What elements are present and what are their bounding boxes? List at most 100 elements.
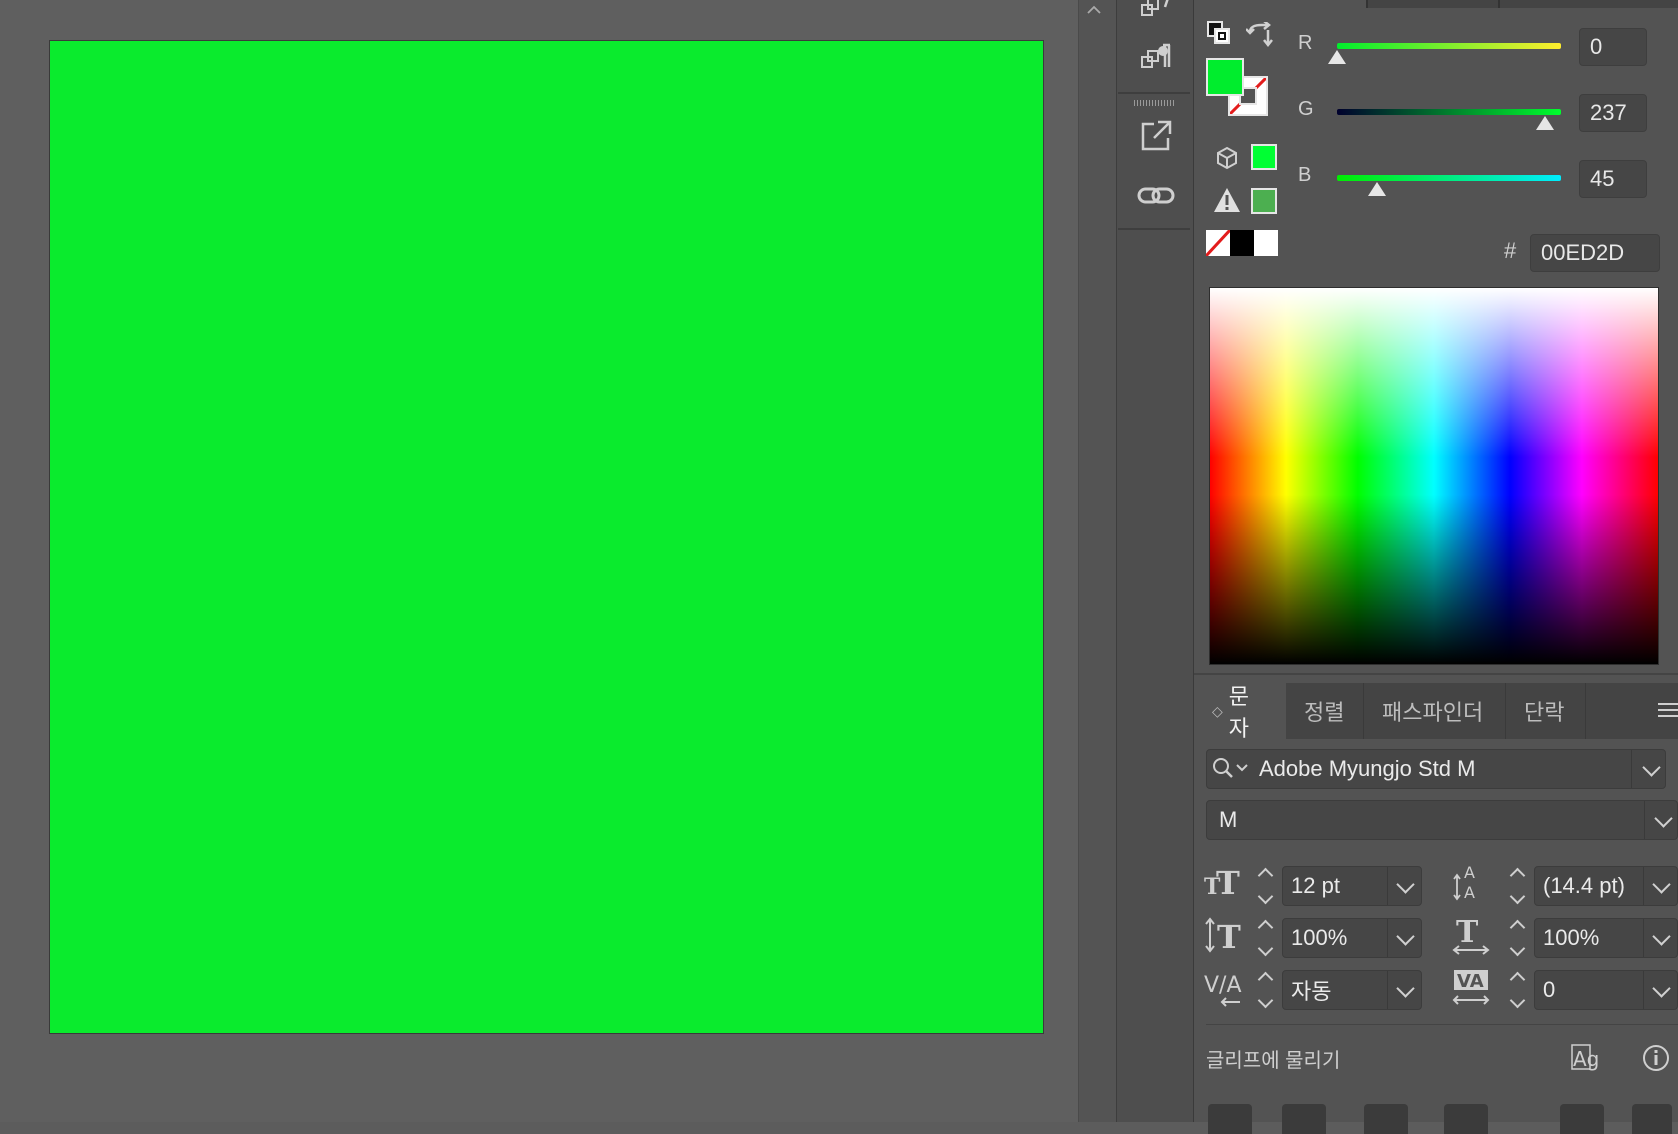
dropdown-divider [1643, 971, 1644, 1009]
tracking-stepper[interactable] [1504, 966, 1530, 1014]
vertical-scale-chevron-icon[interactable] [1396, 927, 1415, 946]
dropdown-divider [1631, 750, 1632, 788]
snap-option-button-4[interactable] [1444, 1104, 1488, 1134]
leading-value: (14.4 pt) [1543, 873, 1625, 898]
fill-swatch[interactable] [1206, 58, 1244, 96]
in-gamut-color-swatch[interactable] [1251, 188, 1277, 214]
leading-chevron-icon[interactable] [1652, 875, 1671, 894]
green-channel-label: G [1298, 98, 1314, 120]
panel-menu-icon[interactable] [1658, 701, 1678, 724]
font-size-icon: TT [1204, 864, 1242, 908]
dropdown-divider [1387, 971, 1388, 1009]
horizontal-scale-value: 100% [1543, 925, 1600, 950]
dropdown-divider [1643, 867, 1644, 905]
panel-top-tabs-bar [1366, 0, 1678, 8]
blue-slider-thumb[interactable] [1367, 182, 1386, 196]
blue-channel-label: B [1298, 164, 1312, 186]
horizontal-scale-field[interactable]: 100% [1534, 918, 1678, 958]
scroll-up-arrow-icon[interactable] [1086, 2, 1102, 18]
kerning-chevron-icon[interactable] [1396, 979, 1415, 998]
tab-paragraph[interactable]: 단락 [1506, 683, 1586, 739]
vertical-scrollbar[interactable] [1078, 0, 1117, 1122]
svg-text:Ag: Ag [1573, 1047, 1599, 1071]
snap-to-glyph-label: 글리프에 물리기 [1206, 1050, 1341, 1072]
snap-option-button-2[interactable] [1282, 1104, 1326, 1134]
dock-grip[interactable] [1134, 100, 1174, 106]
character-styles-icon[interactable] [1136, 0, 1176, 28]
green-slider-track[interactable] [1337, 109, 1561, 115]
font-size-field[interactable]: 12 pt [1282, 866, 1422, 906]
collapsed-panel-dock [1116, 0, 1195, 1122]
svg-text:V/A: V/A [1204, 973, 1242, 998]
panel-divider [1194, 673, 1678, 675]
tab-pathfinder[interactable]: 패스파인더 [1364, 683, 1506, 739]
leading-icon: AA [1452, 862, 1488, 907]
info-icon[interactable] [1642, 1044, 1670, 1077]
kerning-icon: V/A [1204, 968, 1244, 1013]
tab-character[interactable]: ◇ 문자 [1194, 683, 1286, 741]
green-value-field[interactable]: 237 [1579, 94, 1647, 132]
hex-value-field[interactable]: 00ED2D [1530, 234, 1660, 272]
blue-value-field[interactable]: 45 [1579, 160, 1647, 198]
snap-option-button-3[interactable] [1364, 1104, 1408, 1134]
svg-text:VA: VA [1457, 971, 1484, 992]
glyph-snap-icon[interactable]: Ag [1570, 1042, 1608, 1077]
web-safe-cube-icon[interactable] [1215, 146, 1239, 175]
color-spectrum-picker[interactable] [1209, 287, 1659, 665]
leading-stepper[interactable] [1504, 862, 1530, 910]
tracking-chevron-icon[interactable] [1652, 979, 1671, 998]
black-color-swatch[interactable] [1230, 230, 1254, 256]
snap-option-button-6[interactable] [1632, 1104, 1672, 1134]
tab-paragraph-label: 단락 [1524, 700, 1565, 725]
snap-option-button-1[interactable] [1208, 1104, 1252, 1134]
font-style-dropdown[interactable]: M [1206, 800, 1678, 840]
svg-text:A: A [1464, 863, 1475, 882]
web-safe-color-swatch[interactable] [1251, 144, 1277, 170]
tab-align[interactable]: 정렬 [1286, 683, 1364, 739]
blue-slider-track[interactable] [1337, 175, 1561, 181]
character-panel-tabbar: ◇ 문자 정렬 패스파인더 단락 [1194, 683, 1678, 741]
leading-field[interactable]: (14.4 pt) [1534, 866, 1678, 906]
tab-collapse-icon[interactable]: ◇ [1212, 703, 1223, 720]
kerning-stepper[interactable] [1252, 966, 1278, 1014]
horizontal-scale-icon: T [1452, 915, 1490, 961]
default-fill-stroke-icon[interactable] [1206, 20, 1232, 51]
tracking-value: 0 [1543, 977, 1556, 1002]
svg-text:A: A [1464, 883, 1475, 902]
red-slider-track[interactable] [1337, 43, 1561, 49]
green-slider-thumb[interactable] [1536, 116, 1555, 130]
red-value-field[interactable]: 0 [1579, 28, 1647, 66]
white-color-swatch[interactable] [1254, 230, 1278, 256]
vertical-scale-icon: T [1204, 916, 1244, 959]
dock-separator-2 [1118, 228, 1190, 230]
dock-separator [1118, 92, 1190, 94]
tracking-icon: VA [1452, 968, 1492, 1013]
font-style-chevron-icon[interactable] [1654, 809, 1673, 828]
font-family-dropdown[interactable]: Adobe Myungjo Std M [1206, 749, 1666, 789]
font-size-chevron-icon[interactable] [1396, 875, 1415, 894]
tracking-field[interactable]: 0 [1534, 970, 1678, 1010]
dropdown-divider [1387, 919, 1388, 957]
vertical-scale-field[interactable]: 100% [1282, 918, 1422, 958]
artboard-green-rectangle[interactable] [50, 41, 1043, 1033]
swap-fill-stroke-icon[interactable] [1245, 20, 1274, 53]
none-color-swatch[interactable] [1204, 228, 1232, 258]
horizontal-scale-stepper[interactable] [1504, 914, 1530, 962]
vertical-scale-value: 100% [1291, 925, 1348, 950]
kerning-value: 자동 [1291, 979, 1332, 1004]
font-search-icon[interactable] [1211, 756, 1251, 782]
paragraph-styles-icon[interactable] [1136, 38, 1176, 78]
tab-align-label: 정렬 [1304, 700, 1345, 725]
font-family-value: Adobe Myungjo Std M [1259, 756, 1476, 781]
font-family-chevron-icon[interactable] [1642, 758, 1661, 777]
export-icon[interactable] [1136, 116, 1176, 156]
red-slider-thumb[interactable] [1328, 50, 1346, 64]
hex-symbol-label: # [1504, 238, 1517, 263]
kerning-field[interactable]: 자동 [1282, 970, 1422, 1010]
vertical-scale-stepper[interactable] [1252, 914, 1278, 962]
links-icon[interactable] [1136, 176, 1176, 216]
snap-option-button-5[interactable] [1560, 1104, 1604, 1134]
horizontal-scale-chevron-icon[interactable] [1652, 927, 1671, 946]
out-of-gamut-warning-icon[interactable] [1212, 186, 1242, 219]
font-size-stepper[interactable] [1252, 862, 1278, 910]
